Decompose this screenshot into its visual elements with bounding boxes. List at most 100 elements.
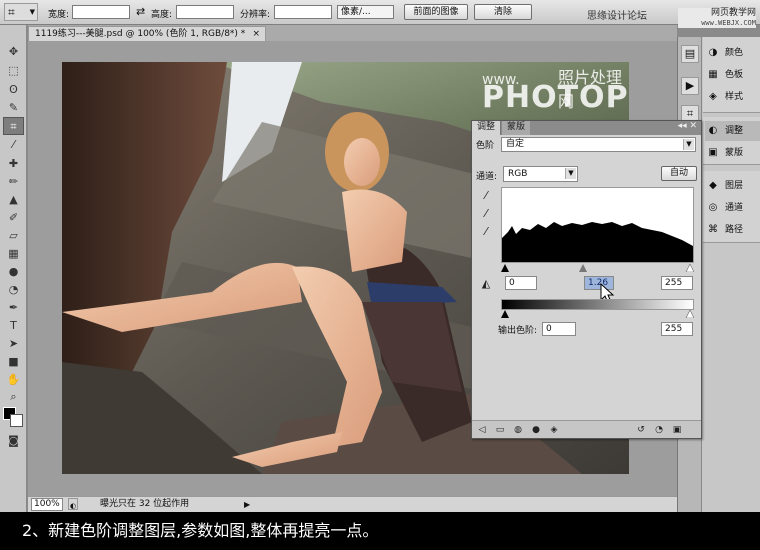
- quick-mask-icon[interactable]: ◙: [3, 432, 24, 450]
- lasso-tool-icon[interactable]: ʘ: [3, 81, 24, 99]
- adjustments-panel-footer: ◁ ▭ ◍ ● ◈ ↺ ◔ ▣: [472, 420, 701, 438]
- options-bar: ⌗ ▼ 宽度: ⇄ 高度: 分辨率: 像素/... 前面的图像 清除 思缘设计论坛: [0, 0, 760, 25]
- chevron-down-icon: ▼: [565, 168, 576, 179]
- status-nav-icon[interactable]: ◐: [68, 498, 78, 510]
- channel-label: 通道:: [476, 172, 498, 182]
- clone-stamp-tool-icon[interactable]: ▲: [3, 191, 24, 209]
- gamma-handle[interactable]: [579, 264, 587, 272]
- clipping-warning-icon[interactable]: ◭: [479, 277, 493, 291]
- dock-item-label: 通道: [725, 203, 744, 213]
- width-field[interactable]: [72, 5, 130, 19]
- input-black-field[interactable]: 0: [505, 276, 537, 290]
- site-watermark: 网页教学网 www.WEBJX.COM: [678, 8, 756, 28]
- actions-icon[interactable]: ▶: [681, 77, 699, 95]
- reset-icon[interactable]: ↺: [635, 424, 647, 436]
- expanded-view-icon[interactable]: ▭: [494, 424, 506, 436]
- gradient-tool-icon[interactable]: ▦: [3, 245, 24, 263]
- zoom-tool-icon[interactable]: ⌕: [3, 388, 24, 406]
- resolution-field[interactable]: [274, 5, 332, 19]
- hand-tool-icon[interactable]: ✋: [3, 371, 24, 389]
- channel-select[interactable]: RGB ▼: [503, 166, 578, 182]
- dock-item-color[interactable]: ◑ 颜色: [705, 43, 760, 63]
- zoom-field[interactable]: 100%: [31, 498, 63, 511]
- dock-item-paths[interactable]: ⌘ 路径: [705, 220, 760, 240]
- brush-tool-icon[interactable]: ✏: [3, 173, 24, 191]
- output-levels-slider[interactable]: [501, 309, 695, 319]
- status-bar: 100% ◐ 曝光只在 32 位起作用 ▶: [28, 496, 677, 512]
- type-tool-icon[interactable]: T: [3, 317, 24, 335]
- output-white-field[interactable]: 255: [661, 322, 693, 336]
- histogram-graph: [502, 222, 693, 262]
- dodge-tool-icon[interactable]: ◔: [3, 281, 24, 299]
- height-label: 高度:: [151, 10, 173, 20]
- dock-item-channels[interactable]: ◎ 通道: [705, 198, 760, 218]
- channels-icon: ◎: [708, 202, 718, 213]
- gray-point-eyedropper-icon[interactable]: ⁄: [479, 207, 493, 221]
- view-previous-state-icon[interactable]: ◈: [548, 424, 560, 436]
- tutorial-caption: 2、新建色阶调整图层,参数如图,整体再提亮一点。: [0, 512, 760, 550]
- black-point-eyedropper-icon[interactable]: ⁄: [479, 189, 493, 203]
- move-tool-icon[interactable]: ✥: [3, 43, 24, 61]
- output-white-handle[interactable]: [685, 309, 695, 319]
- dock-item-swatches[interactable]: ▦ 色板: [705, 65, 760, 85]
- history-icon[interactable]: ▤: [681, 45, 699, 63]
- refresh-icon[interactable]: ◔: [653, 424, 665, 436]
- background-color-swatch[interactable]: [10, 414, 23, 427]
- output-black-field[interactable]: 0: [542, 322, 576, 336]
- crop-tool-preset-picker[interactable]: ⌗ ▼: [4, 3, 38, 21]
- blur-tool-icon[interactable]: ●: [3, 263, 24, 281]
- pen-tool-icon[interactable]: ✒: [3, 299, 24, 317]
- eyedropper-tool-icon[interactable]: ⁄: [3, 136, 24, 154]
- clip-to-layer-icon[interactable]: ◍: [512, 424, 524, 436]
- dock-item-masks[interactable]: ▣ 蒙版: [705, 143, 760, 163]
- input-levels-slider[interactable]: [501, 263, 695, 273]
- input-white-field[interactable]: 255: [661, 276, 693, 290]
- auto-button[interactable]: 自动: [661, 166, 697, 181]
- return-to-list-icon[interactable]: ◁: [476, 424, 488, 436]
- color-panel-group: ◑ 颜色 ▦ 色板 ◈ 样式: [703, 37, 760, 113]
- resolution-unit-select[interactable]: 像素/...: [337, 5, 394, 19]
- tab-masks[interactable]: 蒙版: [502, 121, 531, 135]
- visibility-eye-icon[interactable]: ●: [530, 424, 542, 436]
- color-icon: ◑: [708, 47, 718, 58]
- close-icon[interactable]: ×: [252, 27, 260, 41]
- eraser-tool-icon[interactable]: ▱: [3, 227, 24, 245]
- dock-item-label: 路径: [725, 225, 744, 235]
- swap-icon[interactable]: ⇄: [136, 5, 145, 18]
- input-levels-slider-track: [501, 263, 695, 273]
- output-black-handle[interactable]: [501, 310, 509, 318]
- site-watermark-name: 网页教学网: [710, 8, 756, 18]
- front-image-button[interactable]: 前面的图像: [404, 4, 468, 20]
- black-point-handle[interactable]: [501, 264, 509, 272]
- dock-item-label: 图层: [725, 181, 744, 191]
- resolution-unit-value: 像素/...: [341, 7, 371, 17]
- output-gradient: [501, 299, 694, 310]
- height-field[interactable]: [176, 5, 234, 19]
- dock-item-styles[interactable]: ◈ 样式: [705, 87, 760, 107]
- trash-icon[interactable]: ▣: [671, 424, 683, 436]
- crop-tool-icon[interactable]: ⌗: [3, 117, 24, 135]
- panel-collapse-close-controls[interactable]: ◂◂ ✕: [678, 121, 697, 131]
- history-brush-tool-icon[interactable]: ✐: [3, 209, 24, 227]
- chevron-down-icon: ▼: [683, 139, 694, 150]
- styles-icon: ◈: [709, 91, 717, 102]
- clear-button[interactable]: 清除: [474, 4, 532, 20]
- adjustments-panel-group: ◐ 调整 ▣ 蒙版: [703, 117, 760, 165]
- dock-item-layers[interactable]: ◆ 图层: [705, 176, 760, 196]
- path-selection-tool-icon[interactable]: ➤: [3, 335, 24, 353]
- dock-item-adjustments[interactable]: ◐ 调整: [705, 121, 760, 141]
- marquee-tool-icon[interactable]: ⬚: [3, 62, 24, 80]
- quick-select-tool-icon[interactable]: ✎: [3, 99, 24, 117]
- shape-tool-icon[interactable]: ■: [3, 353, 24, 371]
- tab-adjustments[interactable]: 调整: [472, 121, 502, 135]
- photoshop-window: ⌗ ▼ 宽度: ⇄ 高度: 分辨率: 像素/... 前面的图像 清除 思缘设计论坛…: [0, 0, 760, 512]
- white-point-eyedropper-icon[interactable]: ⁄: [479, 225, 493, 239]
- chevron-down-icon: ▼: [29, 8, 35, 16]
- preset-select[interactable]: 自定 ▼: [501, 137, 696, 152]
- document-tab[interactable]: 1119练习---美腿.psd @ 100% (色阶 1, RGB/8*) * …: [28, 26, 266, 41]
- white-point-handle[interactable]: [685, 263, 695, 273]
- healing-brush-tool-icon[interactable]: ✚: [3, 155, 24, 173]
- dock-item-label: 颜色: [725, 48, 744, 58]
- dock-item-label: 蒙版: [725, 148, 744, 158]
- status-menu-arrow[interactable]: ▶: [244, 498, 254, 510]
